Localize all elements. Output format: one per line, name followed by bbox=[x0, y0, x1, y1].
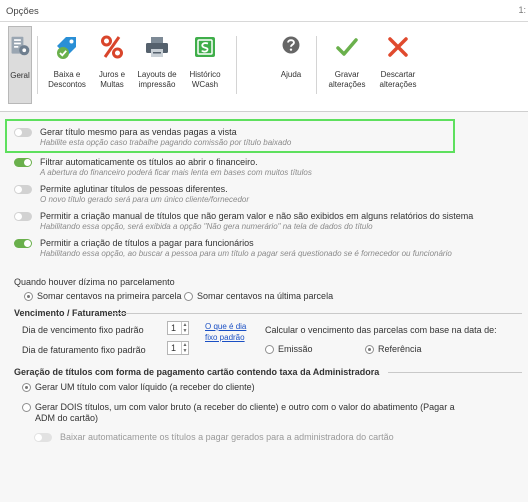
radio-label-gerar-dois-titulos-line1: Gerar DOIS títulos, um com valor bruto (… bbox=[35, 402, 455, 412]
window-close-icon[interactable]: 1: bbox=[518, 5, 526, 15]
dia-vencimento-stepper[interactable]: 1 ▲ ▼ bbox=[167, 321, 189, 335]
ribbon-label-descartar-alteracoes: alterações bbox=[379, 80, 417, 89]
toggle-filtrar-titulos[interactable] bbox=[14, 158, 32, 167]
radio-label-gerar-dois-titulos-line2: ADM do cartão) bbox=[35, 413, 99, 423]
option-description: O novo título gerado será para um único … bbox=[40, 195, 250, 204]
toggle-titulos-funcionarios[interactable] bbox=[14, 239, 32, 248]
ribbon-button-historico-wcash[interactable]: Histórico WCash bbox=[182, 26, 228, 104]
option-label: Permite aglutinar títulos de pessoas dif… bbox=[40, 184, 228, 194]
link-dia-fixo-line2[interactable]: fixo padrão bbox=[205, 333, 245, 343]
option-label: Filtrar automaticamente os títulos ao ab… bbox=[40, 157, 258, 167]
ribbon-label-geral: Geral bbox=[10, 71, 30, 80]
radio-gerar-um-titulo[interactable] bbox=[22, 383, 31, 392]
toggle-baixar-automaticamente[interactable] bbox=[34, 433, 52, 442]
ribbon-button-baixa-descontos[interactable]: Baixa e Descontos bbox=[44, 26, 90, 104]
dia-vencimento-value: 1 bbox=[171, 323, 177, 333]
general-settings-icon bbox=[11, 36, 30, 56]
ribbon-label-layouts: Layouts de bbox=[137, 70, 177, 79]
ribbon-button-ajuda[interactable]: Ajuda bbox=[276, 26, 306, 104]
ribbon-label-wcash: WCash bbox=[191, 80, 219, 89]
ribbon-label-descartar: Descartar bbox=[380, 70, 416, 79]
radio-emissao[interactable] bbox=[265, 345, 274, 354]
radio-gerar-dois-titulos[interactable] bbox=[22, 403, 31, 412]
toggle-titulos-sem-valor[interactable] bbox=[14, 212, 32, 221]
ribbon-button-layouts-impressao[interactable]: Layouts de impressão bbox=[134, 26, 180, 104]
radio-label-somar-ultima: Somar centavos na última parcela bbox=[197, 291, 334, 301]
option-label: Permitir a criação de títulos a pagar pa… bbox=[40, 238, 254, 248]
ribbon-label-multas: Multas bbox=[100, 80, 124, 89]
printer-icon bbox=[146, 37, 168, 57]
checkmark-icon bbox=[336, 38, 358, 56]
dia-faturamento-label: Dia de faturamento fixo padrão bbox=[22, 345, 146, 355]
ribbon-label-descontos: Descontos bbox=[48, 80, 86, 89]
radio-somar-ultima[interactable] bbox=[184, 292, 193, 301]
divider bbox=[112, 313, 522, 314]
option-description: Habilitando essa opção, ao buscar a pess… bbox=[40, 249, 452, 258]
option-label: Permitir a criação manual de títulos que… bbox=[40, 211, 474, 221]
radio-label-emissao: Emissão bbox=[278, 344, 313, 354]
ribbon-label-gravar-alteracoes: alterações bbox=[328, 80, 366, 89]
radio-label-gerar-um-titulo: Gerar UM título com valor líquido (a rec… bbox=[35, 382, 255, 392]
radio-label-somar-primeira: Somar centavos na primeira parcela bbox=[37, 291, 182, 301]
window-titlebar: Opções 1: bbox=[0, 0, 528, 22]
ribbon-label-ajuda: Ajuda bbox=[280, 70, 302, 79]
window-title: Opções bbox=[6, 6, 39, 17]
dizima-label: Quando houver dízima no parcelamento bbox=[14, 277, 175, 287]
option-description: Habilite esta opção caso trabalhe pagand… bbox=[40, 138, 292, 147]
toggle-gerar-titulo-vista[interactable] bbox=[14, 128, 32, 137]
option-description: Habilitando essa opção, será exibida a o… bbox=[40, 222, 373, 231]
ribbon-label-impressao: impressão bbox=[138, 80, 176, 89]
link-dia-fixo-line1[interactable]: O que é dia bbox=[205, 322, 246, 332]
toggle-aglutinar-titulos[interactable] bbox=[14, 185, 32, 194]
spin-arrows-icon[interactable]: ▲ ▼ bbox=[181, 322, 188, 334]
section-title-vencimento: Vencimento / Faturamento bbox=[14, 308, 127, 318]
ribbon-separator bbox=[236, 36, 237, 94]
ribbon-button-geral[interactable]: Geral bbox=[8, 26, 32, 104]
options-panel: Gerar título mesmo para as vendas pagas … bbox=[0, 112, 528, 502]
help-icon bbox=[282, 36, 300, 54]
option-label: Gerar título mesmo para as vendas pagas … bbox=[40, 127, 237, 137]
option-description: A abertura do financeiro poderá ficar ma… bbox=[40, 168, 312, 177]
ribbon-button-juros-multas[interactable]: Juros e Multas bbox=[92, 26, 132, 104]
ribbon-toolbar: Geral Baixa e Descontos Juros e Multas Lay… bbox=[0, 22, 528, 112]
ribbon-separator bbox=[316, 36, 317, 94]
discount-tag-icon bbox=[57, 37, 76, 59]
dia-faturamento-stepper[interactable]: 1 ▲ ▼ bbox=[167, 341, 189, 355]
ribbon-label-historico: Histórico bbox=[189, 70, 221, 79]
ribbon-label-gravar: Gravar bbox=[334, 70, 360, 79]
radio-referencia[interactable] bbox=[365, 345, 374, 354]
dia-vencimento-label: Dia de vencimento fixo padrão bbox=[22, 325, 144, 335]
divider bbox=[388, 372, 522, 373]
close-x-icon bbox=[388, 37, 408, 57]
radio-somar-primeira[interactable] bbox=[24, 292, 33, 301]
percent-icon bbox=[101, 35, 123, 59]
ribbon-label-juros: Juros e bbox=[98, 70, 126, 79]
dia-faturamento-value: 1 bbox=[171, 343, 177, 353]
wcash-icon bbox=[195, 37, 215, 57]
section-title-cartao: Geração de títulos com forma de pagament… bbox=[14, 367, 380, 377]
radio-label-referencia: Referência bbox=[378, 344, 422, 354]
ribbon-label-baixa: Baixa e bbox=[53, 70, 81, 79]
ribbon-button-gravar-alteracoes[interactable]: Gravar alterações bbox=[324, 26, 370, 104]
spin-arrows-icon[interactable]: ▲ ▼ bbox=[181, 342, 188, 354]
ribbon-separator bbox=[37, 36, 38, 94]
calc-vencimento-label: Calcular o vencimento das parcelas com b… bbox=[265, 325, 497, 335]
ribbon-button-descartar-alteracoes[interactable]: Descartar alterações bbox=[374, 26, 422, 104]
option-label: Baixar automaticamente os títulos a paga… bbox=[60, 432, 394, 442]
